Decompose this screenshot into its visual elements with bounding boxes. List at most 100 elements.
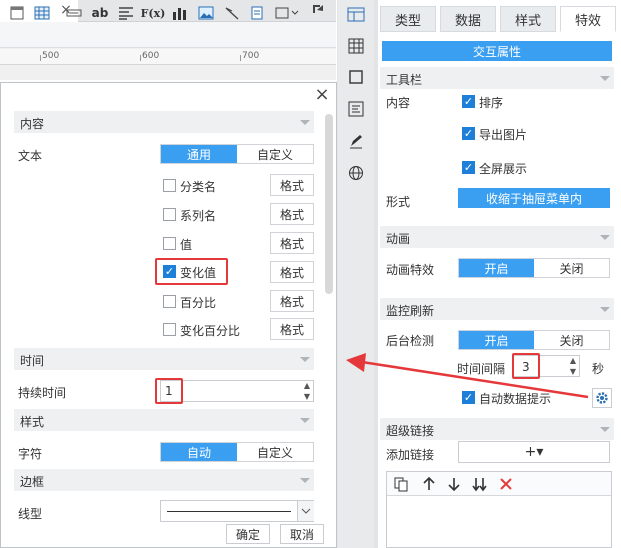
backend-toggle[interactable]: 开启 关闭 — [458, 330, 610, 350]
gear-icon[interactable] — [592, 388, 612, 408]
interactive-attr-header[interactable]: 交互属性 — [382, 41, 612, 61]
auto-tip-label: 自动数据提示 — [479, 392, 552, 406]
backend-on[interactable]: 开启 — [459, 331, 534, 349]
text-mode-custom[interactable]: 自定义 — [237, 145, 313, 163]
section-style[interactable]: 样式 — [14, 409, 314, 431]
grid-icon[interactable] — [8, 3, 26, 23]
collapse-arrow-icon[interactable] — [300, 120, 310, 125]
ruler-tick — [40, 55, 41, 61]
backend-off[interactable]: 关闭 — [534, 331, 609, 349]
chevron-down-icon[interactable]: ▼ — [304, 392, 310, 401]
section-border[interactable]: 边框 — [14, 469, 314, 491]
toolbar-section[interactable]: 工具栏 — [380, 67, 614, 89]
text-mode-toggle[interactable]: 通用 自定义 — [160, 144, 314, 164]
category-name-checkbox[interactable] — [163, 179, 176, 192]
tab-effects[interactable]: 特效 — [560, 6, 616, 32]
text-mode-general[interactable]: 通用 — [161, 145, 237, 163]
category-format-button[interactable]: 格式 — [270, 174, 314, 196]
add-link-button[interactable]: +▾ — [458, 441, 610, 463]
duration-input[interactable] — [160, 380, 314, 402]
dock-icon[interactable] — [310, 2, 326, 18]
change-percent-checkbox[interactable] — [163, 323, 176, 336]
collapse-arrow-icon[interactable] — [300, 357, 310, 362]
collapse-arrow-icon[interactable] — [600, 235, 610, 240]
export-image-checkbox[interactable]: ✓ — [462, 127, 475, 140]
percent-checkbox[interactable] — [163, 295, 176, 308]
tab-data[interactable]: 数据 — [440, 6, 496, 32]
ok-button[interactable]: 确定 — [226, 524, 270, 544]
font-mode-custom[interactable]: 自定义 — [237, 443, 313, 461]
table-icon[interactable] — [32, 3, 52, 23]
table-grid-icon[interactable] — [347, 37, 365, 55]
interval-unit: 秒 — [592, 362, 605, 376]
linetype-select[interactable] — [160, 500, 314, 522]
format-toolbar — [0, 22, 336, 48]
bar-chart-icon[interactable] — [170, 3, 190, 23]
font-mode-toggle[interactable]: 自动 自定义 — [160, 442, 314, 462]
tab-style[interactable]: 样式 — [500, 6, 556, 32]
collapse-arrow-icon[interactable] — [600, 76, 610, 81]
ruler-tick — [240, 55, 241, 61]
monitor-section[interactable]: 监控刷新 — [380, 298, 614, 320]
collapse-arrow-icon[interactable] — [300, 418, 310, 423]
fullscreen-checkbox[interactable]: ✓ — [462, 161, 475, 174]
formula-icon[interactable]: F(x) — [140, 3, 166, 23]
link-icon[interactable] — [64, 3, 84, 23]
move-bottom-icon[interactable] — [471, 476, 489, 492]
cancel-button[interactable]: 取消 — [280, 524, 324, 544]
copy-icon[interactable] — [393, 476, 409, 492]
line-sample — [167, 511, 291, 512]
change-value-checkbox[interactable]: ✓ — [163, 265, 176, 278]
layout-icon[interactable] — [347, 6, 365, 24]
value-checkbox[interactable] — [163, 237, 176, 250]
change-value-format-button[interactable]: 格式 — [270, 261, 314, 283]
line-icon[interactable] — [222, 3, 242, 23]
frame-icon[interactable] — [272, 3, 302, 23]
arrow-up-icon[interactable] — [421, 476, 437, 492]
section-title: 样式 — [20, 415, 45, 429]
series-format-button[interactable]: 格式 — [270, 203, 314, 225]
font-mode-auto[interactable]: 自动 — [161, 443, 237, 461]
chevron-down-icon[interactable] — [297, 501, 314, 521]
page-icon[interactable] — [248, 3, 266, 23]
tab-type[interactable]: 类型 — [380, 6, 436, 32]
animation-toggle[interactable]: 开启 关闭 — [458, 258, 610, 278]
animation-section[interactable]: 动画 — [380, 226, 614, 248]
sort-checkbox[interactable]: ✓ — [462, 95, 475, 108]
delete-icon[interactable] — [498, 476, 514, 492]
text-align-icon[interactable] — [116, 3, 136, 23]
percent-format-button[interactable]: 格式 — [270, 290, 314, 312]
section-content[interactable]: 内容 — [14, 111, 314, 133]
animation-on[interactable]: 开启 — [459, 259, 534, 277]
section-title: 工具栏 — [386, 73, 423, 87]
content-label: 内容 — [386, 96, 411, 110]
chevron-up-icon[interactable]: ▲ — [304, 381, 310, 390]
series-name-checkbox[interactable] — [163, 208, 176, 221]
globe-icon[interactable] — [347, 164, 365, 182]
dialog-scrollbar[interactable] — [322, 110, 336, 520]
form-select[interactable]: 收缩于抽屉菜单内 — [458, 188, 610, 208]
form-icon[interactable] — [347, 100, 365, 118]
image-icon[interactable] — [196, 3, 216, 23]
pencil-icon[interactable] — [347, 132, 365, 150]
interval-stepper[interactable]: ▲ ▼ — [566, 355, 580, 377]
section-time[interactable]: 时间 — [14, 348, 314, 370]
animation-off[interactable]: 关闭 — [534, 259, 609, 277]
value-format-button[interactable]: 格式 — [270, 232, 314, 254]
chevron-down-icon[interactable]: ▼ — [570, 367, 576, 376]
hyperlink-section[interactable]: 超级链接 — [380, 418, 614, 440]
close-icon[interactable]: × — [312, 86, 332, 106]
auto-tip-checkbox[interactable]: ✓ — [462, 391, 475, 404]
change-percent-format-button[interactable]: 格式 — [270, 318, 314, 340]
collapse-arrow-icon[interactable] — [600, 307, 610, 312]
collapse-arrow-icon[interactable] — [600, 427, 610, 432]
collapse-arrow-icon[interactable] — [300, 478, 310, 483]
scrollbar-thumb[interactable] — [325, 114, 333, 294]
text-ab-icon[interactable]: ab — [90, 3, 110, 23]
duration-stepper[interactable]: ▲ ▼ — [300, 380, 314, 402]
arrow-down-icon[interactable] — [446, 476, 462, 492]
chevron-up-icon[interactable]: ▲ — [570, 356, 576, 365]
font-label: 字符 — [18, 447, 43, 461]
square-icon[interactable] — [347, 68, 365, 86]
ruler-mark: 600 — [142, 51, 160, 61]
